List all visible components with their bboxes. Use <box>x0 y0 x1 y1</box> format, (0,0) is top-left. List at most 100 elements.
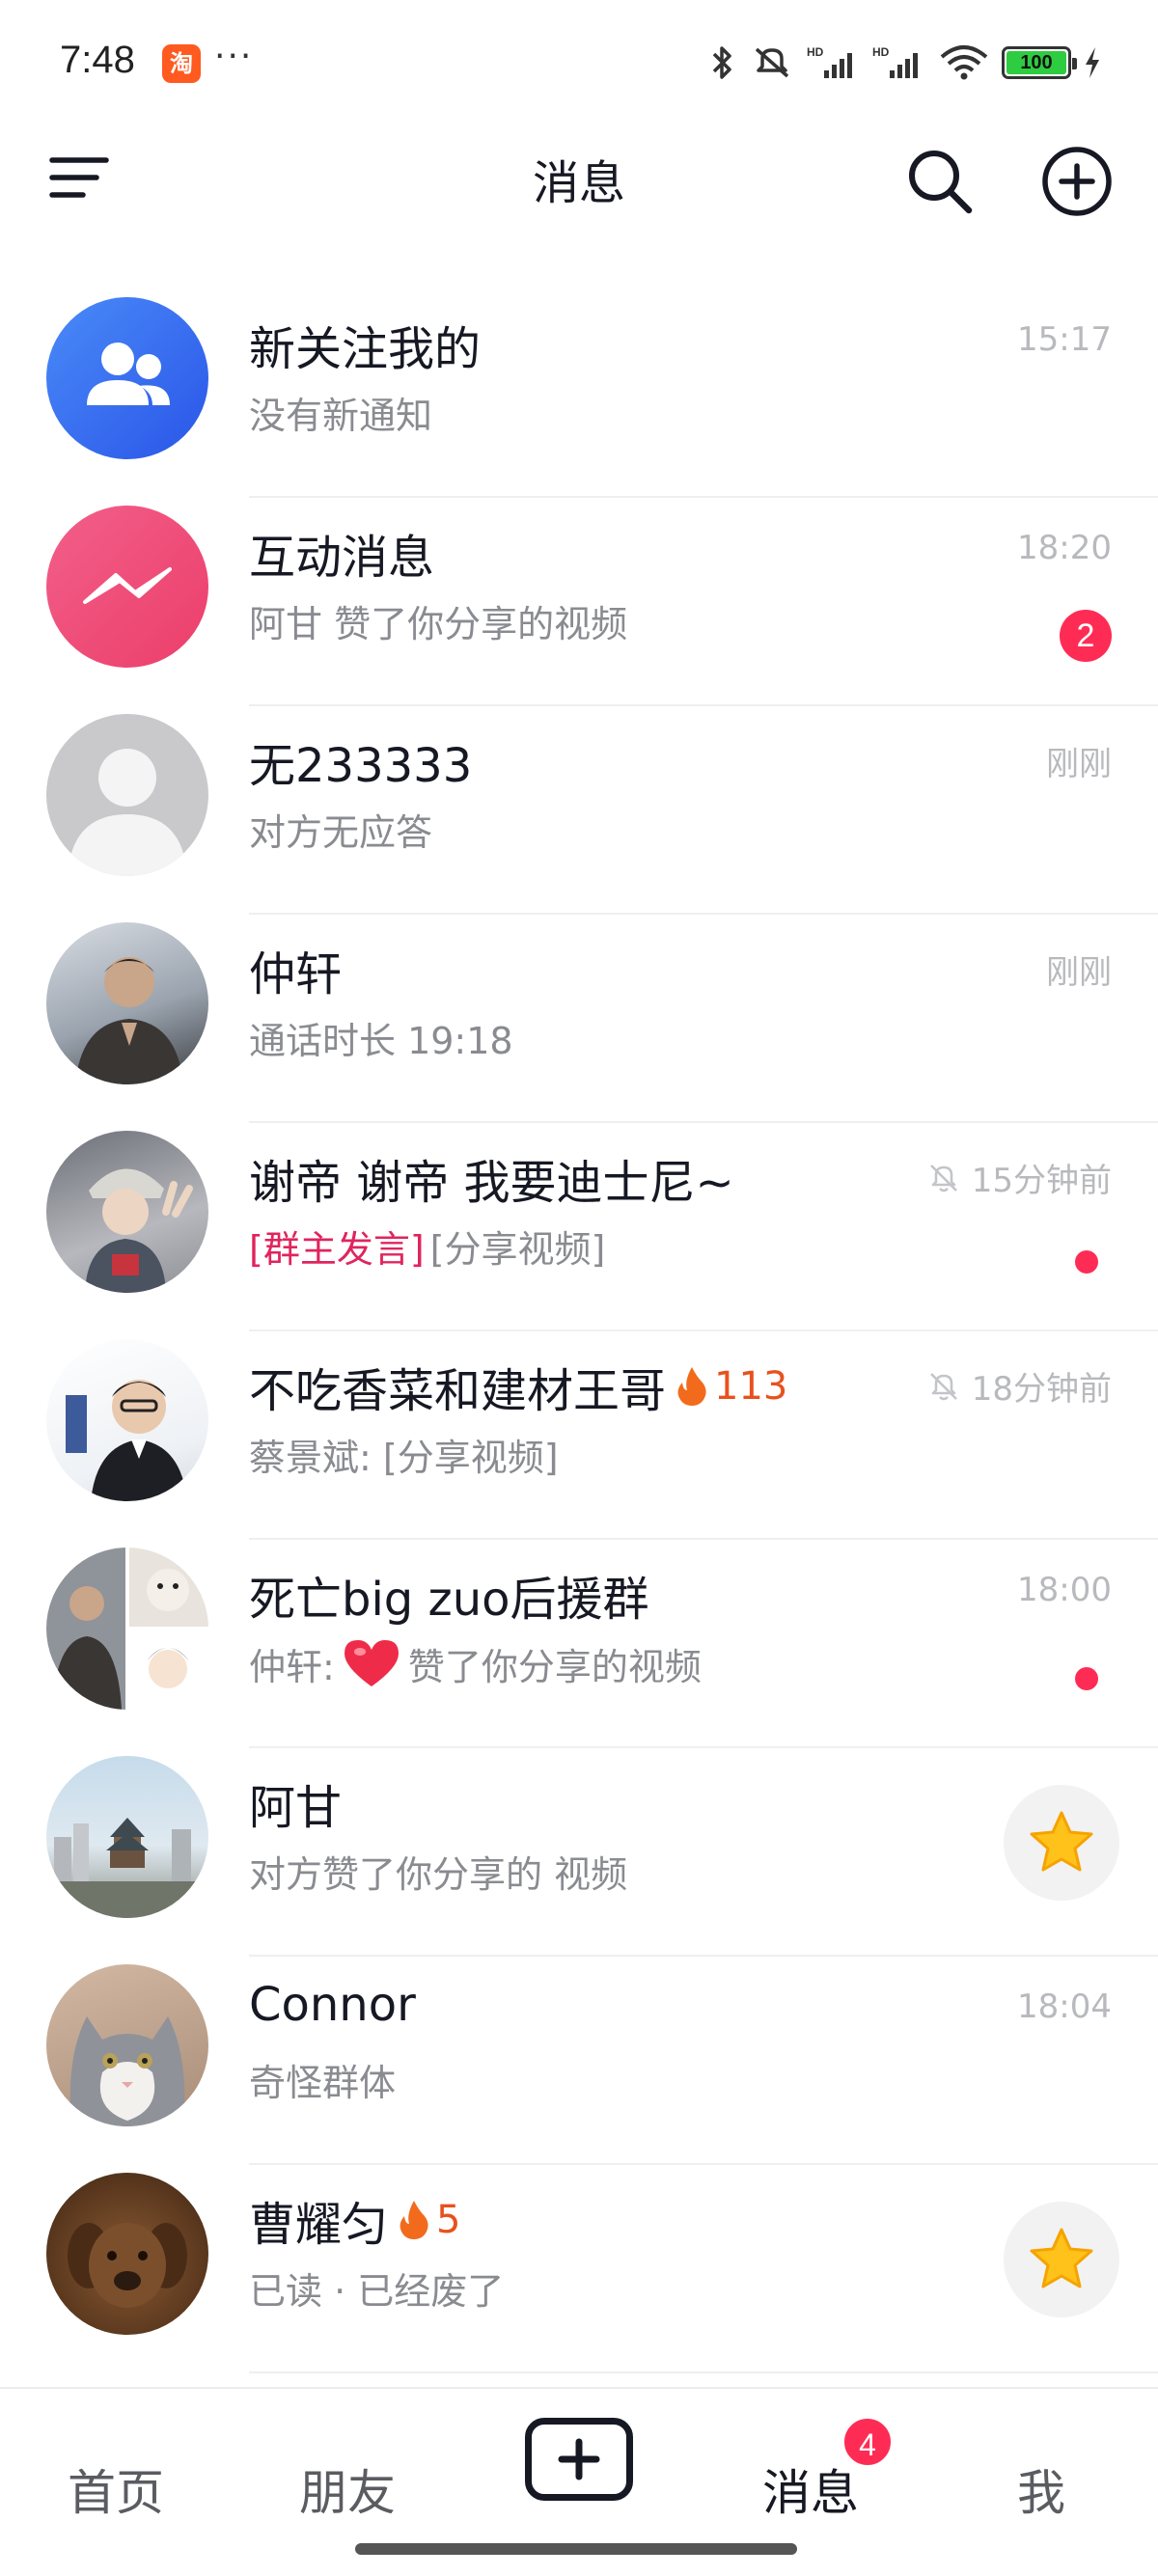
conversation-subtitle: [群主发言] [分享视频] <box>249 1219 605 1273</box>
star-icon <box>1030 1811 1093 1872</box>
conversation-time: 刚刚 <box>1046 745 1112 783</box>
signal-hd-icon: HD <box>872 45 918 78</box>
conversation-subtitle: 通话时长 19:18 <box>249 1020 513 1062</box>
conversation-name: 曹耀匀 5 <box>249 2186 460 2254</box>
bell-muted-icon <box>929 1164 957 1192</box>
conversation-time: 18分钟前 <box>925 1362 1112 1410</box>
photo-avatar[interactable] <box>46 1756 208 1918</box>
charging-icon <box>1086 47 1099 78</box>
followers-icon <box>46 297 208 459</box>
conversation-name: 不吃香菜和建材王哥 113 <box>249 1353 787 1420</box>
group-owner-tag: [群主发言] <box>249 1228 425 1271</box>
status-bar: 7:48 淘 ··· HD HD 100 <box>0 0 1158 125</box>
streak: 5 <box>398 2198 460 2242</box>
conversation-time: 18:04 <box>1017 1987 1112 2026</box>
conversation-name: 新关注我的 <box>249 322 482 376</box>
streak-count: 5 <box>436 2198 461 2242</box>
conversation-time: 18:00 <box>1017 1571 1112 1609</box>
battery-level: 100 <box>1006 51 1066 74</box>
bell-muted-icon <box>929 1372 957 1400</box>
star-button[interactable] <box>1004 1785 1119 1901</box>
conversation-new-followers[interactable]: 新关注我的 没有新通知 15:17 <box>0 289 1158 498</box>
search-icon[interactable] <box>901 143 979 220</box>
conversation-time: 15:17 <box>1017 320 1112 359</box>
fire-icon <box>400 2201 428 2239</box>
mute-icon <box>755 47 789 78</box>
conversation-time-text: 18分钟前 <box>971 1370 1112 1409</box>
conversation-name-text: 不吃香菜和建材王哥 <box>249 1364 667 1418</box>
nav-me[interactable]: 我 <box>1017 2454 1065 2524</box>
photo-avatar[interactable] <box>46 1339 208 1501</box>
conversation-item[interactable]: 曹耀匀 5 已读 · 已经废了 <box>0 2165 1158 2373</box>
conversation-subtitle-text: [分享视频] <box>429 1228 606 1271</box>
conversation-subtitle: 对方赞了你分享的 视频 <box>249 1853 628 1896</box>
create-button[interactable] <box>525 2418 633 2501</box>
page-title: 消息 <box>532 156 625 210</box>
conversation-group[interactable]: 死亡big zuo后援群 仲轩: 赞了你分享的视频 18:00 <box>0 1540 1158 1748</box>
status-icons: HD HD 100 <box>708 39 1102 87</box>
conversation-name: 互动消息 <box>249 531 435 585</box>
conversation-subtitle-text: 赞了你分享的视频 <box>407 1645 702 1688</box>
conversation-item[interactable]: 仲轩 通话时长 19:18 刚刚 <box>0 915 1158 1123</box>
signal-hd-icon: HD <box>807 45 852 78</box>
conversation-subtitle: 没有新通知 <box>249 395 433 437</box>
conversation-list: 新关注我的 没有新通知 15:17 互动消息 阿甘 赞了你分享的视频 18:20… <box>0 289 1158 2373</box>
nav-messages[interactable]: 消息 <box>762 2454 859 2524</box>
conversation-name: 谢帝 谢帝 我要迪士尼~ <box>249 1156 734 1210</box>
photo-avatar[interactable] <box>46 1131 208 1293</box>
conversation-item[interactable]: 阿甘 对方赞了你分享的 视频 <box>0 1748 1158 1957</box>
sender-name: 仲轩: <box>249 1645 335 1688</box>
nav-friends[interactable]: 朋友 <box>299 2454 396 2524</box>
conversation-name-text: 曹耀匀 <box>249 2198 389 2252</box>
messages-badge: 4 <box>841 2416 894 2468</box>
nav-home[interactable]: 首页 <box>68 2454 164 2524</box>
group-avatar[interactable] <box>46 1548 208 1710</box>
conversation-time: 15分钟前 <box>925 1154 1112 1201</box>
status-time: 7:48 <box>60 39 135 81</box>
star-button[interactable] <box>1004 2202 1119 2317</box>
conversation-name: 无233333 <box>249 739 473 793</box>
svg-text:HD: HD <box>807 45 824 59</box>
cat-avatar[interactable] <box>46 1964 208 2126</box>
conversation-time: 刚刚 <box>1046 953 1112 992</box>
conversation-group[interactable]: 谢帝 谢帝 我要迪士尼~ [群主发言] [分享视频] 15分钟前 <box>0 1123 1158 1331</box>
wifi-icon <box>940 45 988 80</box>
more-notifications-icon: ··· <box>214 37 254 76</box>
conversation-item[interactable]: Connor 奇怪群体 18:04 <box>0 1957 1158 2165</box>
photo-avatar[interactable] <box>46 922 208 1084</box>
conversation-subtitle: 蔡景斌: [分享视频] <box>249 1437 559 1479</box>
interaction-icon <box>46 506 208 668</box>
conversation-name: 死亡big zuo后援群 <box>249 1573 649 1627</box>
svg-text:HD: HD <box>872 45 890 59</box>
bluetooth-icon <box>712 46 731 79</box>
unread-dot <box>1075 1667 1098 1690</box>
unread-dot <box>1075 1250 1098 1274</box>
home-indicator[interactable] <box>355 2543 797 2555</box>
streak-count: 113 <box>714 1364 788 1409</box>
star-icon <box>1030 2228 1093 2288</box>
conversation-name: 仲轩 <box>249 947 343 1001</box>
conversation-subtitle: 已读 · 已经废了 <box>249 2270 505 2313</box>
heart-icon <box>344 1640 399 1686</box>
conversation-subtitle: 仲轩: 赞了你分享的视频 <box>249 1636 702 1690</box>
conversation-time-text: 15分钟前 <box>971 1162 1112 1200</box>
taobao-app-icon: 淘 <box>162 44 201 83</box>
conversation-time: 18:20 <box>1017 529 1112 567</box>
conversation-subtitle: 对方无应答 <box>249 811 433 854</box>
conversation-item[interactable]: 不吃香菜和建材王哥 113 蔡景斌: [分享视频] 18分钟前 <box>0 1331 1158 1540</box>
conversation-name: Connor <box>249 1978 416 2032</box>
default-avatar[interactable] <box>46 714 208 876</box>
conversation-subtitle: 阿甘 赞了你分享的视频 <box>249 603 628 645</box>
conversation-name: 阿甘 <box>249 1781 343 1835</box>
fire-icon <box>677 1367 706 1406</box>
unread-badge: 2 <box>1060 610 1112 662</box>
conversation-item[interactable]: 无233333 对方无应答 刚刚 <box>0 706 1158 915</box>
header: 消息 <box>0 125 1158 232</box>
dog-avatar[interactable] <box>46 2173 208 2335</box>
plus-icon <box>558 2438 600 2480</box>
conversation-interactions[interactable]: 互动消息 阿甘 赞了你分享的视频 18:20 2 <box>0 498 1158 706</box>
add-circle-icon[interactable] <box>1038 143 1116 220</box>
battery-icon: 100 <box>1002 46 1077 79</box>
streak: 113 <box>676 1364 787 1409</box>
conversation-subtitle: 奇怪群体 <box>249 2062 397 2104</box>
